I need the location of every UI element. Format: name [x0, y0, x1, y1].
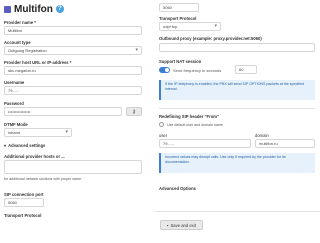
- password-label: Password: [4, 101, 24, 106]
- advanced-settings-label: Advanced settings: [8, 143, 46, 148]
- account-type-select[interactable]: Outgoing Registration: [4, 46, 142, 55]
- domain-label: domain: [255, 133, 269, 138]
- nat-frequency-input[interactable]: 60: [235, 65, 257, 74]
- left-column: Multifon ? Provider name * Multifon Acco…: [0, 0, 150, 243]
- chevron-down-icon: ▾: [4, 143, 7, 148]
- page-header: Multifon ?: [4, 2, 64, 16]
- additional-hosts-hint: for additional network sections with pro…: [4, 177, 82, 181]
- menu-icon[interactable]: [4, 5, 11, 13]
- host-label: Provider host URL or IP-address *: [4, 60, 72, 65]
- port-input-top[interactable]: 5060: [159, 3, 199, 12]
- save-button-label: Save and exit: [170, 222, 196, 228]
- transport-label: Transport Protocol: [159, 16, 197, 21]
- outbound-proxy-label: Outbound proxy (example: proxy.provider.…: [159, 36, 262, 41]
- help-icon[interactable]: ?: [55, 5, 64, 13]
- save-icon: ▪: [167, 222, 169, 228]
- nat-toggle[interactable]: [159, 67, 170, 73]
- nat-frequency-text: Send frequency in seconds: [173, 68, 222, 73]
- additional-hosts-input[interactable]: [4, 160, 142, 174]
- transport-label-left: Transport Protocol: [4, 213, 42, 218]
- dtmf-label: DTMF Mode: [4, 122, 28, 127]
- redefining-label: Redefining SIP header "From": [159, 114, 219, 119]
- provider-name-input[interactable]: Multifon: [4, 26, 142, 35]
- transport-select[interactable]: udp+tcp: [159, 22, 221, 31]
- provider-name-label: Provider name *: [4, 20, 36, 25]
- page-title: Multifon: [14, 3, 53, 15]
- host-input[interactable]: sbc.megafon.ru: [4, 66, 142, 75]
- additional-hosts-label: Additional provider hosts or ...: [4, 154, 65, 159]
- username-input[interactable]: 79......: [4, 86, 142, 95]
- dtmf-select[interactable]: inband: [4, 128, 72, 137]
- user-label: user: [159, 133, 168, 138]
- account-type-label: Account type: [4, 40, 31, 45]
- divider: [159, 108, 315, 109]
- nat-label: Support NAT session: [159, 59, 202, 64]
- redefining-info-box: Incorrect values may disrupt calls. Use …: [159, 153, 315, 173]
- save-button[interactable]: ▪ Save and exit: [160, 220, 203, 230]
- default-user-option: Use default user and domain name: [167, 123, 223, 127]
- domain-input[interactable]: multifon.ru: [255, 139, 315, 148]
- key-icon[interactable]: ⚷: [126, 107, 142, 116]
- sip-port-input[interactable]: 5060: [4, 198, 44, 207]
- footer-divider: [155, 211, 320, 212]
- advanced-settings-toggle[interactable]: ▾ Advanced settings: [4, 143, 45, 148]
- right-column: 5060 Transport Protocol udp+tcp Outbound…: [155, 0, 320, 243]
- username-label: Username: [4, 80, 25, 85]
- password-input[interactable]: ••••••••••••••••: [4, 107, 122, 116]
- default-user-radio[interactable]: [159, 122, 164, 127]
- sip-port-label: SIP connection port: [4, 192, 44, 197]
- nat-info-box: If the IP-telephony is enabled, the PBX …: [159, 80, 315, 100]
- outbound-proxy-input[interactable]: [159, 43, 315, 52]
- user-input[interactable]: 79......: [159, 139, 251, 148]
- advanced-options-label: Advanced Options: [159, 186, 196, 191]
